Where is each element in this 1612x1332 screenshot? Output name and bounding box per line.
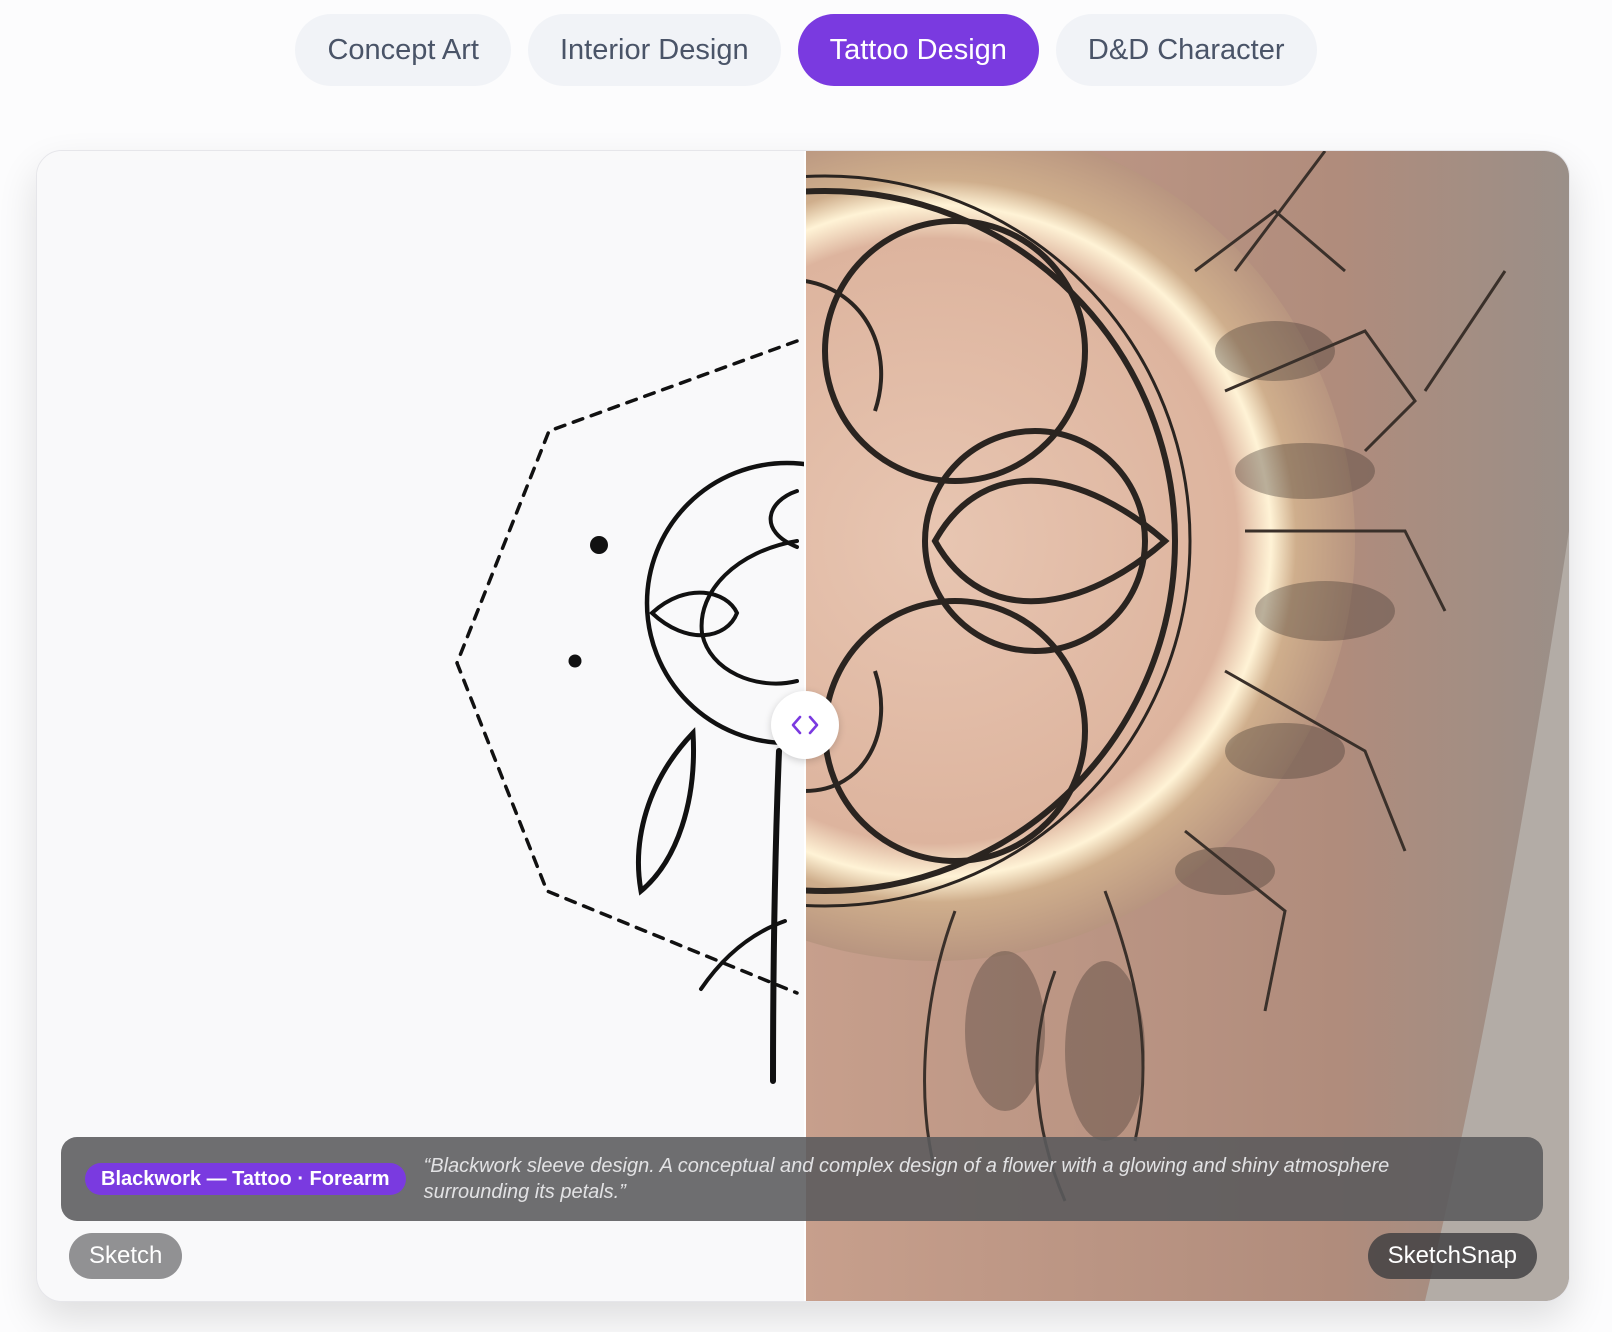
comparison-slider-handle[interactable] bbox=[771, 691, 839, 759]
style-badge: Blackwork — Tattoo · Forearm bbox=[85, 1163, 406, 1195]
prompt-caption: Blackwork — Tattoo · Forearm “Blackwork … bbox=[61, 1137, 1543, 1221]
tab-interior-design[interactable]: Interior Design bbox=[527, 14, 781, 86]
before-after-comparison[interactable]: Blackwork — Tattoo · Forearm “Blackwork … bbox=[36, 150, 1570, 1302]
category-tabs: Concept Art Interior Design Tattoo Desig… bbox=[0, 14, 1612, 86]
tab-dnd-character[interactable]: D&D Character bbox=[1055, 14, 1317, 86]
chevron-left-right-icon bbox=[791, 715, 819, 735]
tab-concept-art[interactable]: Concept Art bbox=[295, 14, 511, 86]
sketch-label: Sketch bbox=[69, 1233, 183, 1279]
sketchsnap-label: SketchSnap bbox=[1367, 1233, 1537, 1279]
prompt-text: “Blackwork sleeve design. A conceptual a… bbox=[423, 1155, 1390, 1203]
tab-tattoo-design[interactable]: Tattoo Design bbox=[797, 14, 1039, 86]
rendered-tattoo-image bbox=[805, 151, 1569, 1301]
